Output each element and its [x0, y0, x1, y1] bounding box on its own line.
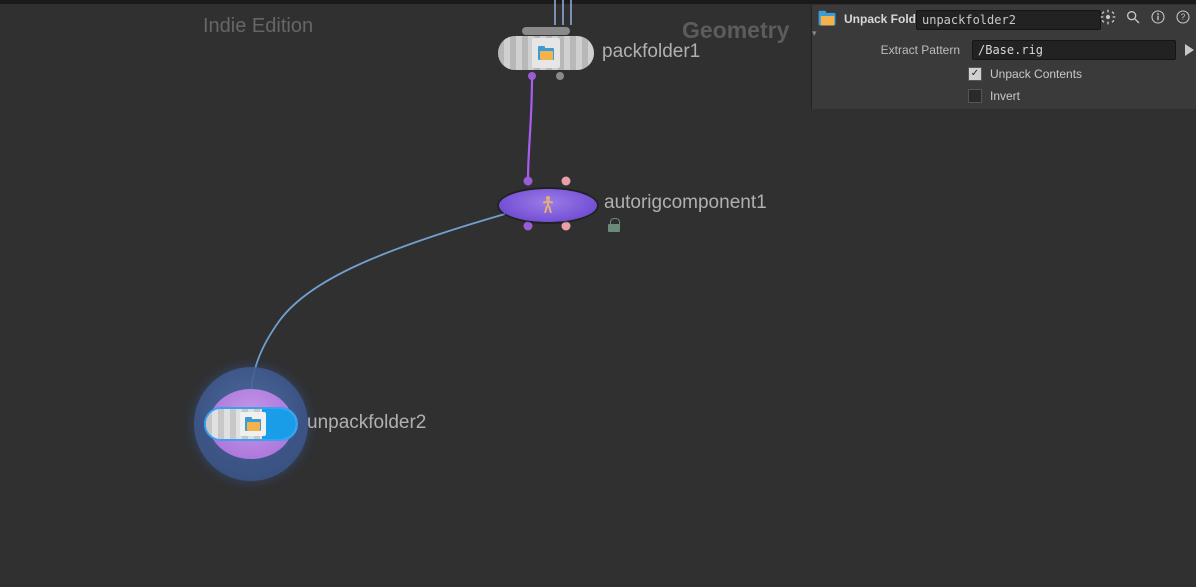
- separator: [0, 0, 1196, 4]
- param-label-unpack-contents: Unpack Contents: [990, 67, 1082, 81]
- lock-icon: [608, 218, 620, 232]
- folder-icon: [240, 412, 266, 436]
- node-unpackfolder2[interactable]: [204, 407, 298, 441]
- svg-text:?: ?: [1181, 13, 1186, 22]
- watermark-edition: Indie Edition: [203, 15, 313, 38]
- param-label-invert: Invert: [990, 89, 1020, 103]
- node-packfolder1[interactable]: [498, 36, 594, 70]
- node-autorigcomponent1[interactable]: [499, 189, 597, 222]
- invert-checkbox[interactable]: [968, 89, 982, 103]
- search-icon[interactable]: [1124, 8, 1142, 26]
- info-icon[interactable]: [1149, 8, 1167, 26]
- node-label-packfolder1[interactable]: packfolder1: [602, 41, 700, 63]
- node-type-label: Unpack Folder: [844, 12, 927, 26]
- node-label-unpackfolder2[interactable]: unpackfolder2: [307, 412, 426, 434]
- node-label-autorigcomponent1[interactable]: autorigcomponent1: [604, 192, 767, 214]
- gear-icon[interactable]: [1099, 8, 1117, 26]
- unpack-contents-checkbox[interactable]: [968, 67, 982, 81]
- figure-icon: [541, 196, 555, 214]
- dropdown-indicator-icon[interactable]: ▾: [812, 28, 817, 39]
- display-flag-icon[interactable]: [262, 409, 296, 439]
- parameter-panel: Unpack Folder ? Extract Pattern Unpack C…: [812, 5, 1196, 109]
- folder-icon: [532, 38, 560, 68]
- watermark-context: Geometry: [682, 17, 789, 44]
- jump-to-chooser-icon[interactable]: [1183, 43, 1195, 57]
- help-icon[interactable]: ?: [1174, 8, 1192, 26]
- folder-icon: [818, 9, 838, 29]
- extract-pattern-input[interactable]: [972, 40, 1176, 60]
- param-label-extract-pattern: Extract Pattern: [812, 43, 968, 57]
- node-name-input[interactable]: [916, 10, 1101, 30]
